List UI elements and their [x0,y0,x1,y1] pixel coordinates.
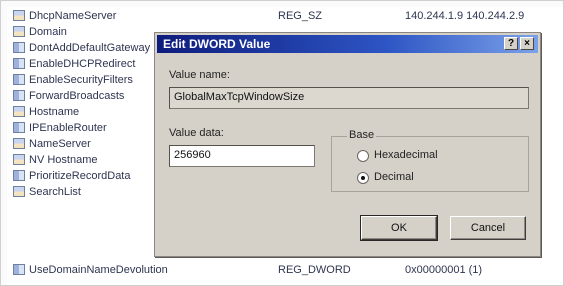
string-value-icon [13,106,25,117]
value-name-label: Value name: [169,69,230,81]
ok-button[interactable]: OK [360,215,438,241]
registry-value-name: Domain [29,26,67,38]
registry-value-name: EnableDHCPRedirect [29,58,136,70]
registry-row[interactable]: DhcpNameServer REG_SZ 140.244.1.9 140.24… [7,9,563,23]
string-value-icon [13,26,25,37]
edit-dword-dialog: Edit DWORD Value ? × Value name: GlobalM… [154,32,541,257]
decimal-radio[interactable] [357,172,369,184]
string-value-icon [13,186,25,197]
registry-value-data: 0x00000001 (1) [405,264,483,276]
binary-value-icon [13,74,25,85]
screenshot-frame: DhcpNameServer REG_SZ 140.244.1.9 140.24… [0,0,564,286]
value-data-input[interactable]: 256960 [169,145,315,167]
hexadecimal-label: Hexadecimal [374,149,438,161]
dialog-title: Edit DWORD Value [163,37,271,51]
registry-row[interactable]: UseDomainNameDevolution REG_DWORD 0x0000… [7,263,563,277]
registry-value-name: ForwardBroadcasts [29,90,125,102]
registry-value-type: REG_SZ [278,10,323,22]
dialog-title-bar[interactable]: Edit DWORD Value ? × [157,35,538,53]
binary-value-icon [13,170,25,181]
registry-value-name: SearchList [29,186,81,198]
binary-value-icon [13,42,25,53]
registry-value-name: Hostname [29,106,80,118]
binary-value-icon [13,58,25,69]
registry-value-name: IPEnableRouter [29,122,107,134]
string-value-icon [13,154,25,165]
help-button[interactable]: ? [504,37,518,50]
registry-value-type: REG_DWORD [278,264,351,276]
registry-value-name: NameServer [29,138,91,150]
registry-value-name: DontAddDefaultGateway [29,42,151,54]
registry-value-name: PrioritizeRecordData [29,170,131,182]
binary-value-icon [13,122,25,133]
string-value-icon [13,138,25,149]
decimal-label: Decimal [374,171,414,183]
string-value-icon [13,10,25,21]
registry-value-name: NV Hostname [29,154,98,166]
registry-value-name: UseDomainNameDevolution [29,264,168,276]
base-group-title: Base [347,129,377,141]
value-data-label: Value data: [169,127,224,139]
value-name-field[interactable]: GlobalMaxTcpWindowSize [169,87,529,109]
registry-value-data: 140.244.1.9 140.244.2.9 [405,10,525,22]
registry-value-name: DhcpNameServer [29,10,117,22]
binary-value-icon [13,264,25,275]
hexadecimal-radio[interactable] [357,150,369,162]
cancel-button[interactable]: Cancel [450,216,526,240]
binary-value-icon [13,90,25,101]
close-button[interactable]: × [520,37,534,50]
registry-value-name: EnableSecurityFilters [29,74,133,86]
